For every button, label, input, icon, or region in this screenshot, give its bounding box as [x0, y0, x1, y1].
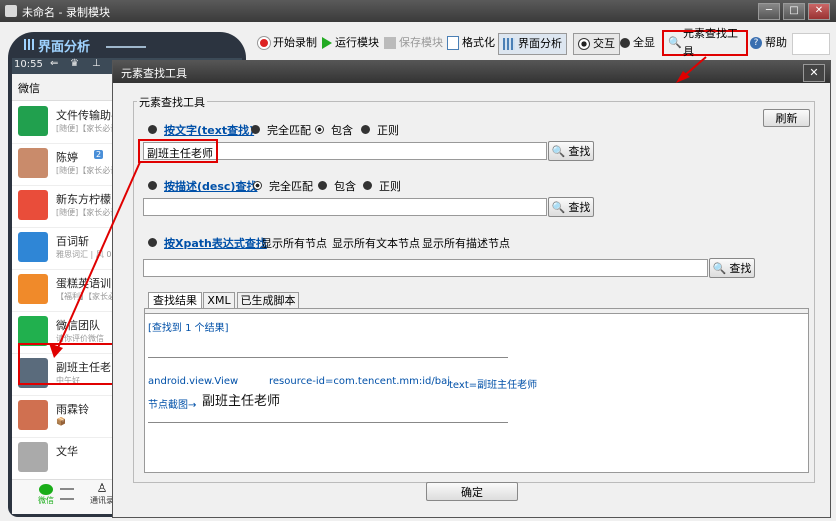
arrow-to-chat	[56, 161, 141, 351]
annotation-arrows	[49, 56, 707, 358]
arrow-head	[49, 343, 63, 358]
arrow-to-dialog	[683, 56, 707, 77]
